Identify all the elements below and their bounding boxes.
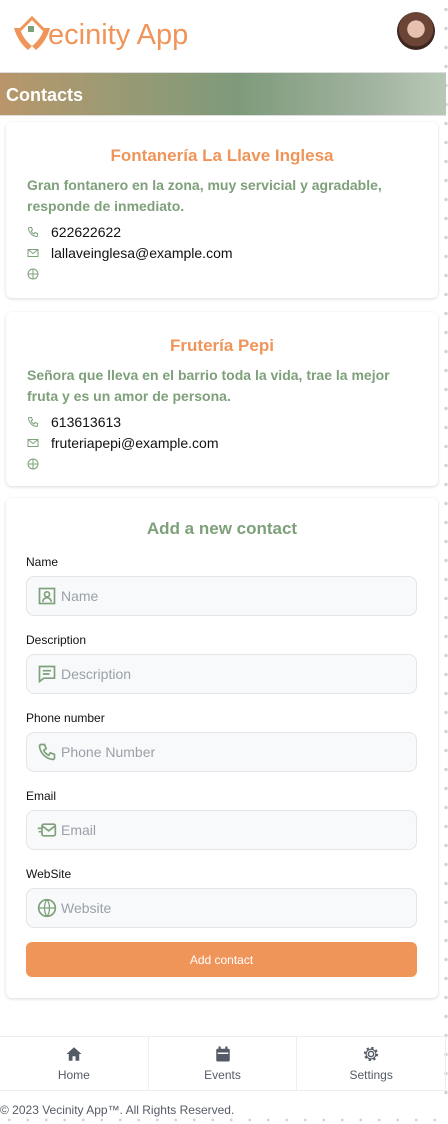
www-globe-icon (37, 898, 57, 918)
nav-label: Events (204, 1068, 241, 1082)
contact-description: Gran fontanero en la zona, muy servicial… (27, 177, 382, 214)
email-placeholder: Email (61, 822, 97, 838)
contact-card: Frutería Pepi Señora que lleva en el bar… (6, 312, 438, 486)
calendar-icon (215, 1046, 230, 1062)
description-placeholder: Description (61, 666, 132, 682)
bottom-nav: Home Events Settings (0, 1036, 447, 1091)
email-label: Email (26, 789, 57, 803)
phone-text: 613613613 (51, 413, 122, 430)
contact-email[interactable]: fruteriapepi@example.com (27, 432, 438, 453)
contact-description: Señora que lleva en el barrio toda la vi… (27, 367, 390, 404)
contact-name: Fontanería La Llave Inglesa (110, 146, 334, 165)
mail-icon (27, 438, 39, 447)
website-placeholder: Website (61, 900, 112, 916)
phone-label: Phone number (26, 711, 105, 725)
form-title: Add a new contact (146, 519, 298, 538)
user-card-icon (38, 587, 56, 605)
nav-events[interactable]: Events (149, 1037, 298, 1090)
mail-icon (27, 248, 39, 257)
scroll-decoration (444, 0, 448, 1100)
phone-icon (27, 226, 38, 237)
website-label: WebSite (26, 867, 72, 881)
app-title: ecinity App (48, 19, 189, 51)
phone-text: 622622622 (51, 223, 122, 240)
gear-icon (364, 1046, 379, 1062)
nav-label: Settings (349, 1068, 393, 1082)
phone-icon (38, 743, 56, 761)
contact-website[interactable] (27, 453, 438, 474)
bottom-decoration (0, 1118, 448, 1122)
name-placeholder: Name (61, 588, 99, 604)
contact-phone[interactable]: 613613613 (27, 411, 438, 432)
contact-email[interactable]: lallaveinglesa@example.com (27, 242, 438, 263)
website-input[interactable]: Website (26, 888, 417, 928)
phone-input[interactable]: Phone Number (26, 732, 417, 772)
contact-card: Fontanería La Llave Inglesa Gran fontane… (6, 122, 438, 298)
globe-icon (27, 268, 39, 279)
contact-name: Frutería Pepi (170, 336, 274, 355)
email-text: fruteriapepi@example.com (51, 434, 219, 451)
name-label: Name (26, 555, 59, 569)
home-icon (66, 1047, 82, 1061)
user-avatar[interactable] (397, 12, 435, 50)
nav-home[interactable]: Home (0, 1037, 149, 1090)
mail-fast-icon (37, 823, 57, 837)
message-icon (38, 665, 56, 684)
description-label: Description (26, 633, 87, 647)
nav-settings[interactable]: Settings (297, 1037, 447, 1090)
house-hands-icon (14, 15, 50, 50)
footer-copyright: © 2023 Vecinity App™. All Rights Reserve… (0, 1103, 235, 1117)
add-contact-button[interactable]: Add contact (26, 942, 417, 977)
description-input[interactable]: Description (26, 654, 417, 694)
phone-placeholder: Phone Number (61, 744, 156, 760)
email-input[interactable]: Email (26, 810, 417, 850)
contact-website[interactable] (27, 263, 438, 284)
app-logo[interactable]: ecinity App (12, 12, 188, 52)
phone-icon (27, 416, 38, 427)
add-contact-form: Add a new contact Name Name Description … (6, 498, 438, 998)
header: ecinity App (0, 0, 440, 72)
page-banner: Contacts (0, 72, 446, 116)
contact-phone[interactable]: 622622622 (27, 221, 438, 242)
globe-icon (27, 458, 39, 469)
name-input[interactable]: Name (26, 576, 417, 616)
nav-label: Home (57, 1068, 90, 1082)
email-text: lallaveinglesa@example.com (51, 244, 233, 261)
page-title: Contacts (6, 85, 84, 105)
